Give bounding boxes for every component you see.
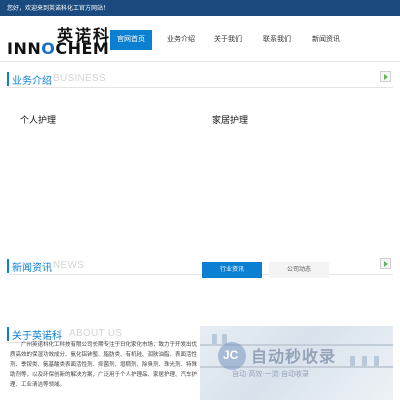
nav-home[interactable]: 官网首页 bbox=[110, 30, 152, 50]
tab-company-news[interactable]: 公司动态 bbox=[269, 262, 329, 278]
watermark-sub-text: 自动·高效·一流·自动收录 bbox=[232, 371, 309, 378]
nav-about[interactable]: 关于我们 bbox=[207, 30, 249, 50]
nav-contact[interactable]: 联系我们 bbox=[256, 30, 298, 50]
watermark-badge-text: JC bbox=[223, 348, 239, 362]
logo-en-pre: INN bbox=[7, 39, 42, 58]
nav-business[interactable]: 业务介绍 bbox=[160, 30, 202, 50]
nav-news[interactable]: 新闻资讯 bbox=[305, 30, 347, 50]
section-accent-bar bbox=[7, 327, 9, 341]
watermark-overlay: JC 自动秒收录 自动·高效·一流·自动收录 bbox=[218, 342, 388, 382]
site-header: 英诺科 INNOCHEM 官网首页 业务介绍 关于我们 联系我们 新闻资讯 bbox=[0, 16, 400, 62]
section-accent-bar bbox=[7, 259, 9, 273]
watermark-main-text: 自动秒收录 bbox=[251, 349, 337, 366]
site-logo[interactable]: 英诺科 INNOCHEM bbox=[7, 22, 109, 58]
logo-english: INNOCHEM bbox=[7, 39, 109, 58]
about-description: 广州英诺科化工科技有限公司长期专注于日化家化市场，致力于开发出优质高效的保湿功效… bbox=[10, 342, 198, 388]
top-notice-bar: 您好，欢迎来到英诺科化工官方网站！ bbox=[0, 0, 400, 16]
news-title-en: NEWS bbox=[53, 260, 85, 271]
welcome-text: 您好，欢迎来到英诺科化工官方网站！ bbox=[7, 6, 110, 12]
logo-en-o: O bbox=[41, 39, 56, 58]
news-title: 新闻资讯 bbox=[12, 263, 52, 274]
logo-en-post: CHEM bbox=[55, 39, 110, 58]
business-more-arrow-icon[interactable] bbox=[380, 71, 391, 82]
business-section-header: 业务介绍 BUSINESS bbox=[7, 70, 393, 88]
news-section-header: 新闻资讯 NEWS bbox=[7, 257, 393, 275]
tab-industry-news[interactable]: 行业资讯 bbox=[202, 262, 262, 278]
news-more-arrow-icon[interactable] bbox=[380, 258, 391, 269]
business-item-home-care[interactable]: 家居护理 bbox=[212, 113, 248, 126]
about-title-en: ABOUT US bbox=[69, 328, 123, 339]
business-item-personal-care[interactable]: 个人护理 bbox=[20, 113, 56, 126]
watermark-badge-icon: JC bbox=[218, 342, 246, 370]
section-accent-bar bbox=[7, 72, 9, 86]
business-title: 业务介绍 bbox=[12, 76, 52, 87]
business-title-en: BUSINESS bbox=[53, 73, 106, 84]
